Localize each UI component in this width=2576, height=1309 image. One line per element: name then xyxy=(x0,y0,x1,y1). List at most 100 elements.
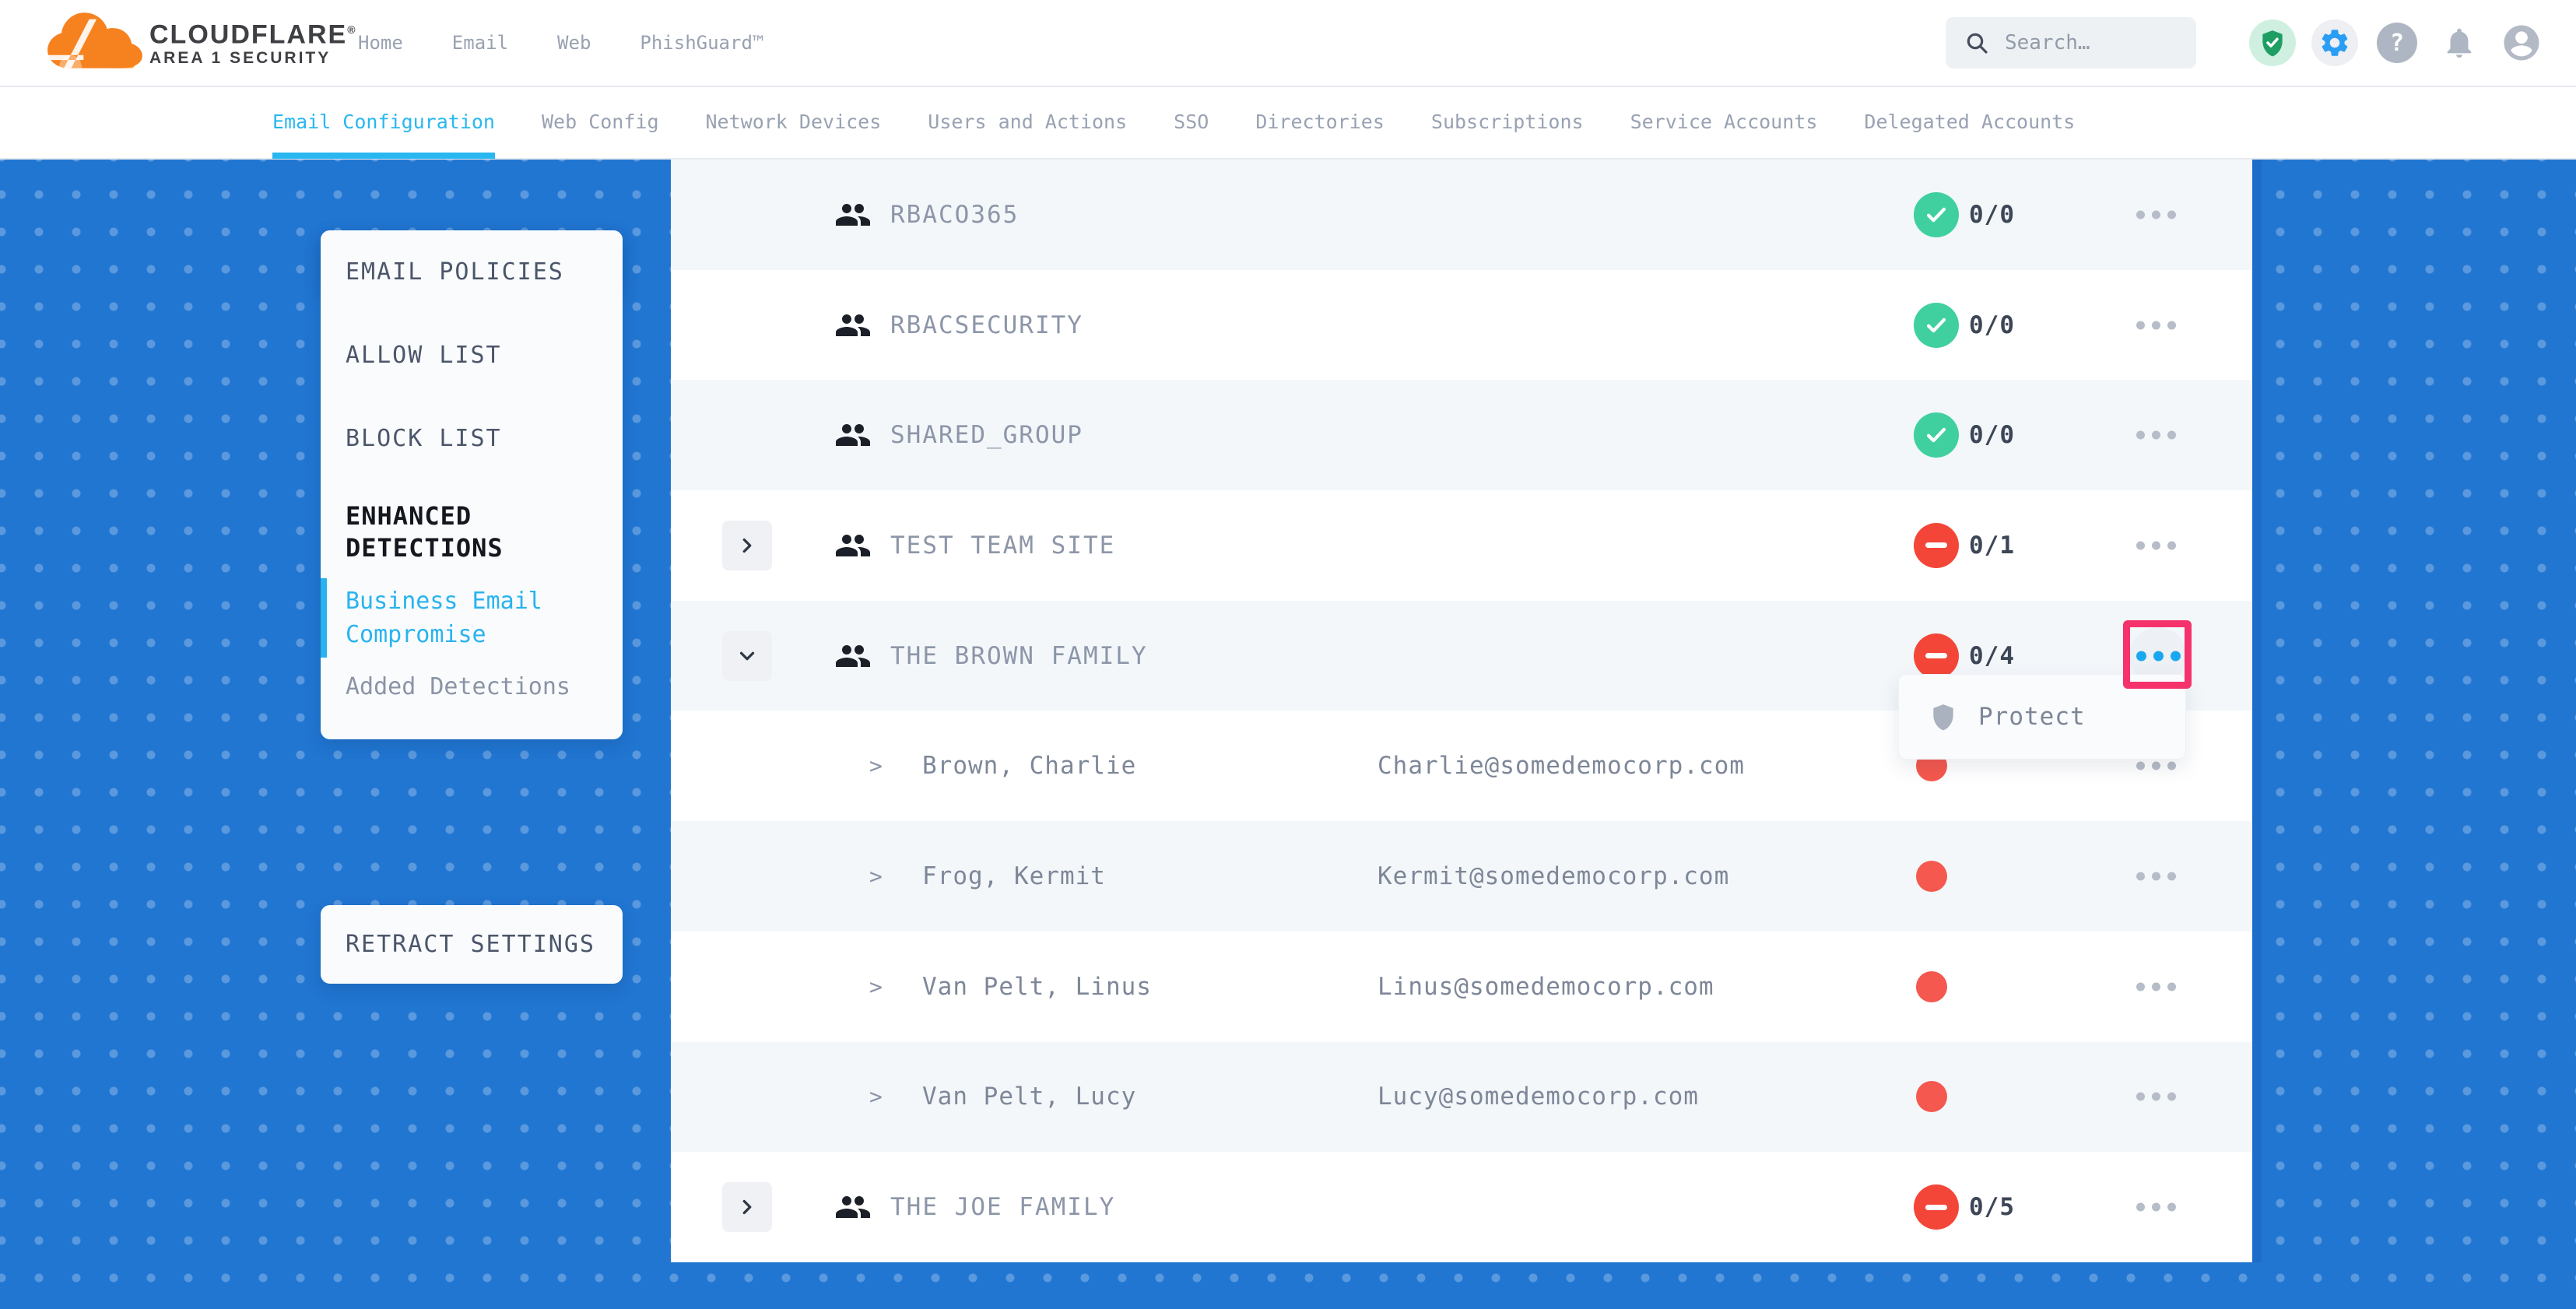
group-icon xyxy=(834,1188,872,1226)
table-row-shared-group: SHARED_GROUP 0/0 xyxy=(671,380,2252,490)
group-name: THE JOE FAMILY xyxy=(890,1193,1115,1221)
brand-cloudflare: CLOUDFLARE® xyxy=(149,16,357,48)
row-menu-button[interactable] xyxy=(2136,210,2176,219)
cloudflare-logo[interactable]: CLOUDFLARE® AREA 1 SECURITY xyxy=(45,9,357,75)
sidebar-item-block-list[interactable]: BLOCK LIST xyxy=(321,397,623,480)
config-tabs-bar: Email Configuration Web Config Network Dev… xyxy=(0,86,2576,160)
protected-count: 0/0 xyxy=(1969,421,2015,449)
table-row-rbaco365: RBACO365 0/0 xyxy=(671,160,2252,270)
protected-count: 0/0 xyxy=(1969,201,2015,229)
row-menu-button[interactable] xyxy=(2136,321,2176,329)
expand-member-chevron[interactable]: > xyxy=(869,1084,883,1110)
status-blocked-icon xyxy=(1914,523,1959,568)
nav-email[interactable]: Email xyxy=(452,32,508,54)
expand-member-chevron[interactable]: > xyxy=(869,863,883,889)
search-input[interactable] xyxy=(2003,30,2185,55)
collapse-row-button[interactable] xyxy=(722,631,772,681)
search-box[interactable] xyxy=(1946,17,2196,68)
table-row-rbacsecurity: RBACSECURITY0/0 xyxy=(671,270,2252,381)
member-name: Van Pelt, Linus xyxy=(922,973,1152,1001)
tab-directories[interactable]: Directories xyxy=(1255,85,1385,159)
brand-text: CLOUDFLARE® AREA 1 SECURITY xyxy=(149,16,357,68)
cloudflare-cloud-icon xyxy=(45,9,145,75)
group-name: THE BROWN FAMILY xyxy=(890,642,1148,670)
member-email: Kermit@somedemocorp.com xyxy=(1377,862,1729,890)
sidebar-section-enhanced-detections: ENHANCED DETECTIONSBusiness Email Compro… xyxy=(321,480,623,739)
nav-phishguard[interactable]: PhishGuard™ xyxy=(640,32,763,54)
group-name: RBACO365 xyxy=(890,201,1019,229)
group-icon xyxy=(834,527,872,564)
expand-row-button[interactable] xyxy=(722,1182,772,1232)
expand-member-chevron[interactable]: > xyxy=(869,974,883,999)
group-icon xyxy=(834,416,872,454)
brand-area1: AREA 1 SECURITY xyxy=(149,48,357,68)
row-menu-button[interactable] xyxy=(2136,651,2181,661)
sidebar-card-retract: RETRACT SETTINGS xyxy=(321,905,623,984)
sidebar: DOMAINS & ROUTINGEMAIL POLICIESALLOW LIS… xyxy=(321,230,623,739)
help-icon[interactable]: ? xyxy=(2374,19,2420,66)
nav-web[interactable]: Web xyxy=(557,32,591,54)
tab-network-devices[interactable]: Network Devices xyxy=(706,85,882,159)
status-ok-icon xyxy=(1914,303,1959,348)
bell-icon[interactable] xyxy=(2436,19,2483,66)
table-row-the-joe-family: THE JOE FAMILY 0/5 xyxy=(671,1152,2252,1262)
protected-count: 0/4 xyxy=(1969,642,2015,670)
member-email: Charlie@somedemocorp.com xyxy=(1377,752,1745,780)
member-name: Frog, Kermit xyxy=(922,862,1106,890)
protected-count: 0/5 xyxy=(1969,1193,2015,1221)
tab-users-and-actions[interactable]: Users and Actions xyxy=(928,85,1127,159)
panel-scrollbar[interactable] xyxy=(2252,160,2262,1262)
nav-home[interactable]: Home xyxy=(358,32,403,54)
groups-panel: RBACO365 0/0 RBACSECURITY0/0 SHARED_GROUP 0/… xyxy=(671,160,2252,1262)
protected-count: 0/1 xyxy=(1969,532,2015,560)
status-ok-icon xyxy=(1914,412,1959,458)
sidebar-card-policies: EMAIL POLICIESALLOW LISTBLOCK LISTENHANC… xyxy=(321,230,623,739)
sidebar-item-retract-settings[interactable]: RETRACT SETTINGS xyxy=(321,905,623,984)
expand-row-button[interactable] xyxy=(722,521,772,570)
tab-subscriptions[interactable]: Subscriptions xyxy=(1431,85,1584,159)
member-name: Van Pelt, Lucy xyxy=(922,1083,1136,1111)
sidebar-item-business-email-compromise[interactable]: Business Email Compromise xyxy=(346,584,598,651)
status-blocked-icon xyxy=(1914,1184,1959,1230)
group-icon xyxy=(834,196,872,233)
gear-icon[interactable] xyxy=(2311,19,2358,66)
tab-delegated-accounts[interactable]: Delegated Accounts xyxy=(1864,85,2075,159)
member-name: Brown, Charlie xyxy=(922,752,1136,780)
status-blocked-icon xyxy=(1914,633,1959,679)
brand-trademark: ® xyxy=(347,23,356,36)
row-menu-button[interactable] xyxy=(2136,762,2176,770)
member-email: Lucy@somedemocorp.com xyxy=(1377,1083,1699,1111)
tab-sso[interactable]: SSO xyxy=(1174,85,1209,159)
shield-check-icon[interactable] xyxy=(2249,19,2296,66)
expand-member-chevron[interactable]: > xyxy=(869,753,883,779)
member-email: Linus@somedemocorp.com xyxy=(1377,973,1714,1001)
search-icon xyxy=(1964,30,1989,55)
tab-service-accounts[interactable]: Service Accounts xyxy=(1630,85,1818,159)
group-name: SHARED_GROUP xyxy=(890,421,1083,449)
status-unprotected-dot xyxy=(1916,1081,1947,1112)
group-icon xyxy=(834,637,872,675)
sidebar-item-allow-list[interactable]: ALLOW LIST xyxy=(321,314,623,397)
sidebar-item-email-policies[interactable]: EMAIL POLICIES xyxy=(321,230,623,314)
row-menu-button[interactable] xyxy=(2136,541,2176,549)
status-unprotected-dot xyxy=(1916,861,1947,892)
status-ok-icon xyxy=(1914,192,1959,237)
row-menu-button[interactable] xyxy=(2136,872,2176,880)
tab-web-config[interactable]: Web Config xyxy=(542,85,659,159)
group-icon xyxy=(834,307,872,344)
table-row-van-pelt-lucy: > Van Pelt, Lucy Lucy@somedemocorp.com xyxy=(671,1042,2252,1153)
table-row-van-pelt-linus: > Van Pelt, Linus Linus@somedemocorp.com xyxy=(671,932,2252,1042)
row-menu-button[interactable] xyxy=(2136,1093,2176,1101)
context-menu[interactable]: Protect xyxy=(1898,674,2186,760)
top-header: CLOUDFLARE® AREA 1 SECURITY Home Email Web… xyxy=(0,0,2576,87)
table-row-frog-kermit: > Frog, Kermit Kermit@somedemocorp.com xyxy=(671,821,2252,932)
row-menu-button[interactable] xyxy=(2136,431,2176,440)
header-nav: Home Email Web PhishGuard™ xyxy=(358,0,763,86)
context-menu-item-protect[interactable]: Protect xyxy=(1978,703,2086,731)
shield-icon xyxy=(1928,702,1958,732)
tab-email-configuration[interactable]: Email Configuration xyxy=(272,85,495,159)
sidebar-item-added-detections[interactable]: Added Detections xyxy=(346,670,598,704)
row-menu-button[interactable] xyxy=(2136,982,2176,991)
row-menu-button[interactable] xyxy=(2136,1203,2176,1212)
account-icon[interactable] xyxy=(2498,19,2545,66)
